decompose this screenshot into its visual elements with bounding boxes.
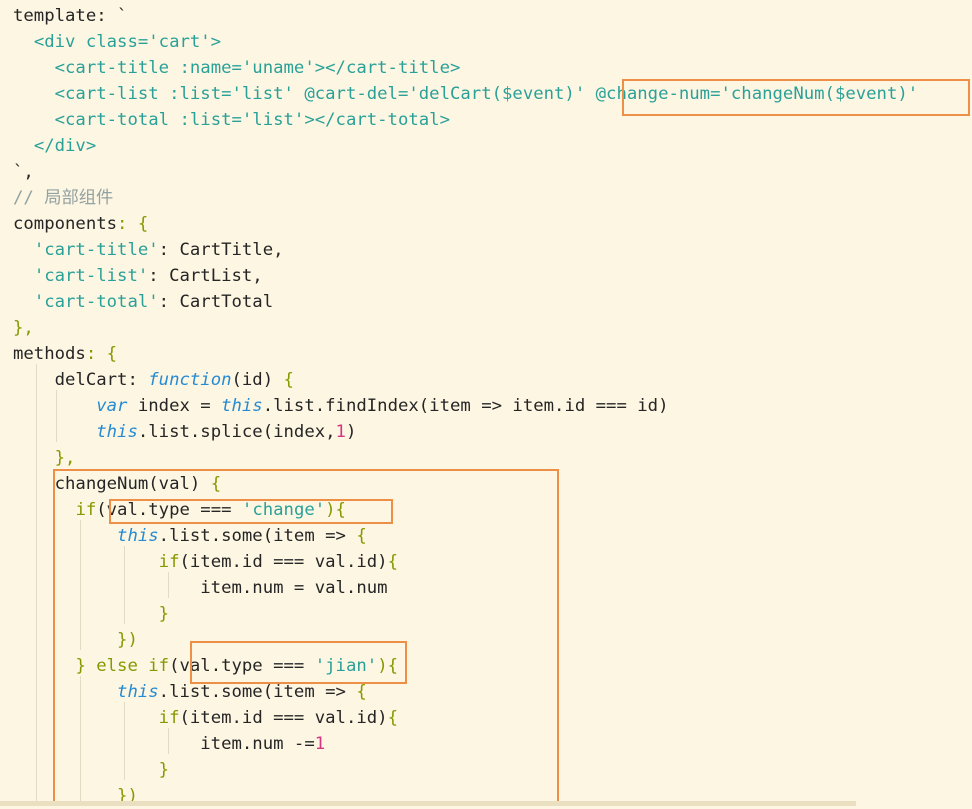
code-token: { xyxy=(283,370,294,390)
code-token: <cart-total :list='list'></cart-total> xyxy=(54,110,450,130)
code-line: <div class='cart'> xyxy=(13,29,221,55)
code-token: (id) xyxy=(231,370,284,390)
code-token: ) xyxy=(345,422,357,442)
code-token: template: ` xyxy=(13,6,128,26)
code-token: index = xyxy=(127,396,222,416)
code-line: delCart: function(id) { xyxy=(13,367,294,393)
code-token: this xyxy=(96,422,138,442)
code-token: methods xyxy=(13,344,86,364)
code-token: // 局部组件 xyxy=(13,188,114,208)
code-token: <cart-title :name='uname'></cart-title> xyxy=(54,58,461,78)
code-line: <cart-total :list='list'></cart-total> xyxy=(13,107,450,133)
code-token: : CartTitle, xyxy=(158,240,284,260)
code-line: components: { xyxy=(13,211,148,237)
code-line: <cart-title :name='uname'></cart-title> xyxy=(13,55,461,81)
code-token: <div class='cart'> xyxy=(33,32,222,52)
code-line: // 局部组件 xyxy=(13,185,113,211)
code-line: 'cart-title': CartTitle, xyxy=(13,237,284,263)
code-token: : CartList, xyxy=(148,266,263,286)
code-editor[interactable]: template: ` <div class='cart'> <cart-tit… xyxy=(0,0,972,806)
code-token: }, xyxy=(13,318,34,338)
code-token: 'cart-total' xyxy=(33,292,159,312)
code-token: 1 xyxy=(335,422,346,442)
code-token: : { xyxy=(85,344,118,364)
highlight-change-num-attr xyxy=(622,79,970,116)
code-token: `, xyxy=(13,162,34,182)
code-line: methods: { xyxy=(13,341,117,367)
code-token: .list.findIndex(item => item.id === id) xyxy=(262,396,669,416)
code-line: template: ` xyxy=(13,3,127,29)
highlight-type-change xyxy=(109,499,393,524)
code-token: .list.splice(index, xyxy=(137,422,336,442)
code-token: function xyxy=(148,370,232,390)
code-token: components xyxy=(13,214,118,234)
code-token: : { xyxy=(117,214,149,234)
code-token: 'cart-title' xyxy=(33,240,159,260)
code-token: }, xyxy=(54,448,76,468)
horizontal-scrollbar[interactable] xyxy=(0,801,856,806)
code-token: this xyxy=(221,396,263,416)
code-token: delCart: xyxy=(13,370,149,390)
code-line: </div> xyxy=(13,133,96,159)
code-line: `, xyxy=(13,159,34,185)
code-line: this.list.splice(index,1) xyxy=(13,419,356,445)
code-line: var index = this.list.findIndex(item => … xyxy=(13,393,668,419)
code-line: }, xyxy=(13,315,34,341)
code-token: : CartTotal xyxy=(158,292,274,312)
code-line: 'cart-list': CartList, xyxy=(13,263,263,289)
highlight-type-jian xyxy=(190,641,407,684)
code-token: var xyxy=(96,396,128,416)
code-token: </div> xyxy=(33,136,97,156)
code-line: 'cart-total': CartTotal xyxy=(13,289,273,315)
code-line: }, xyxy=(13,445,76,471)
code-token: 'cart-list' xyxy=(33,266,149,286)
